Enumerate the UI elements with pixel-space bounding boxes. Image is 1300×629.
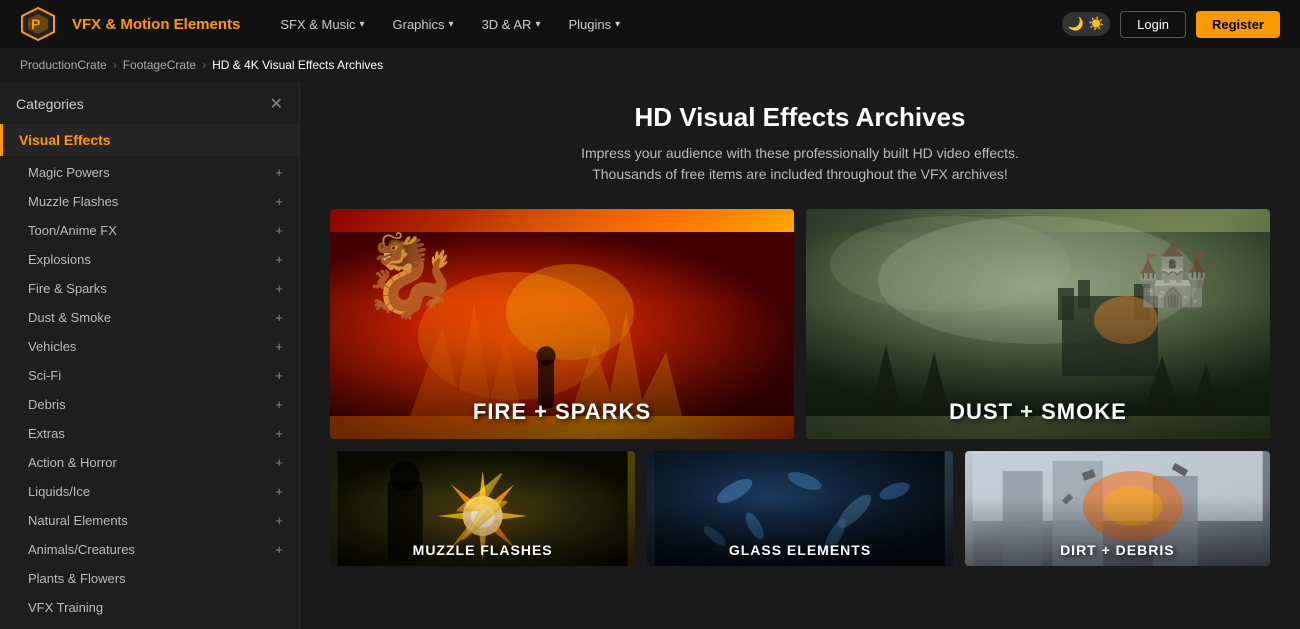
nav-plugins[interactable]: Plugins ▾ [556, 11, 632, 38]
card-glass-elements[interactable]: GLASS ELEMENTS [647, 451, 952, 566]
sun-icon: ☀️ [1088, 16, 1104, 32]
expand-icon: + [275, 339, 283, 354]
svg-text:P: P [31, 16, 40, 32]
expand-icon: + [275, 484, 283, 499]
theme-toggle[interactable]: 🌙 ☀️ [1062, 12, 1110, 36]
sidebar-item-sci-fi[interactable]: Sci-Fi + [0, 361, 299, 390]
page-title: HD Visual Effects Archives [330, 102, 1270, 133]
sidebar-item-natural-elements[interactable]: Natural Elements + [0, 506, 299, 535]
chevron-down-icon: ▾ [535, 19, 540, 30]
expand-icon: + [275, 310, 283, 325]
sidebar-item-plants-flowers[interactable]: Plants & Flowers [0, 564, 299, 593]
chevron-down-icon: ▾ [615, 19, 620, 30]
breadcrumb-footagecrate[interactable]: FootageCrate [123, 58, 196, 72]
page-subtitle: Impress your audience with these profess… [330, 143, 1270, 185]
cards-row-2: MUZZLE FLASHES [330, 451, 1270, 566]
expand-icon: + [275, 223, 283, 238]
nav-links: SFX & Music ▾ Graphics ▾ 3D & AR ▾ Plugi… [268, 11, 1053, 38]
card-debris-label: DIRT + DEBRIS [965, 542, 1270, 558]
cards-row-1: FIRE + SPARKS [330, 209, 1270, 439]
chevron-down-icon: ▾ [359, 19, 364, 30]
register-button[interactable]: Register [1196, 11, 1280, 38]
breadcrumb: ProductionCrate › FootageCrate › HD & 4K… [0, 48, 1300, 82]
expand-icon: + [275, 426, 283, 441]
nav-right: 🌙 ☀️ Login Register [1062, 11, 1280, 38]
brand-label[interactable]: VFX & Motion Elements [72, 16, 240, 33]
sidebar-item-animals-creatures[interactable]: Animals/Creatures + [0, 535, 299, 564]
main-layout: Categories ✕ Visual Effects Magic Powers… [0, 82, 1300, 629]
expand-icon: + [275, 397, 283, 412]
main-content: HD Visual Effects Archives Impress your … [300, 82, 1300, 629]
chevron-down-icon: ▾ [449, 19, 454, 30]
login-button[interactable]: Login [1120, 11, 1186, 38]
sidebar-item-debris[interactable]: Debris + [0, 390, 299, 419]
card-muzzle-flashes[interactable]: MUZZLE FLASHES [330, 451, 635, 566]
nav-graphics[interactable]: Graphics ▾ [381, 11, 466, 38]
site-logo[interactable]: P [20, 6, 56, 42]
card-muzzle-label: MUZZLE FLASHES [330, 542, 635, 558]
expand-icon: + [275, 455, 283, 470]
nav-sfx-music[interactable]: SFX & Music ▾ [268, 11, 376, 38]
navbar: P VFX & Motion Elements SFX & Music ▾ Gr… [0, 0, 1300, 48]
sidebar-section-visual-effects[interactable]: Visual Effects [0, 124, 299, 156]
sidebar-title: Categories [16, 96, 84, 112]
expand-icon: + [275, 542, 283, 557]
sidebar-item-vehicles[interactable]: Vehicles + [0, 332, 299, 361]
sidebar-item-toon-anime-fx[interactable]: Toon/Anime FX + [0, 216, 299, 245]
sidebar-item-action-horror[interactable]: Action & Horror + [0, 448, 299, 477]
expand-icon: + [275, 165, 283, 180]
sidebar-item-liquids-ice[interactable]: Liquids/Ice + [0, 477, 299, 506]
breadcrumb-sep-1: › [113, 58, 117, 72]
nav-3d-ar[interactable]: 3D & AR ▾ [470, 11, 553, 38]
breadcrumb-sep-2: › [202, 58, 206, 72]
moon-icon: 🌙 [1068, 16, 1084, 32]
sidebar-close-button[interactable]: ✕ [270, 94, 283, 114]
card-dirt-debris[interactable]: DIRT + DEBRIS [965, 451, 1270, 566]
expand-icon: + [275, 368, 283, 383]
sidebar-item-muzzle-flashes[interactable]: Muzzle Flashes + [0, 187, 299, 216]
expand-icon: + [275, 281, 283, 296]
sidebar: Categories ✕ Visual Effects Magic Powers… [0, 82, 300, 629]
sidebar-item-magic-powers[interactable]: Magic Powers + [0, 158, 299, 187]
breadcrumb-productioncrate[interactable]: ProductionCrate [20, 58, 107, 72]
sidebar-item-vfx-training[interactable]: VFX Training [0, 593, 299, 622]
card-dust-label: DUST + SMOKE [806, 399, 1270, 425]
card-fire-label: FIRE + SPARKS [330, 399, 794, 425]
card-dust-smoke[interactable]: DUST + SMOKE [806, 209, 1270, 439]
card-fire-sparks[interactable]: FIRE + SPARKS [330, 209, 794, 439]
card-glass-label: GLASS ELEMENTS [647, 542, 952, 558]
expand-icon: + [275, 194, 283, 209]
sidebar-item-fire-sparks[interactable]: Fire & Sparks + [0, 274, 299, 303]
sidebar-header: Categories ✕ [0, 94, 299, 124]
sidebar-item-dust-smoke[interactable]: Dust & Smoke + [0, 303, 299, 332]
expand-icon: + [275, 513, 283, 528]
sidebar-items-list: Magic Powers + Muzzle Flashes + Toon/Ani… [0, 158, 299, 622]
breadcrumb-current: HD & 4K Visual Effects Archives [212, 58, 383, 72]
sidebar-item-explosions[interactable]: Explosions + [0, 245, 299, 274]
expand-icon: + [275, 252, 283, 267]
sidebar-item-extras[interactable]: Extras + [0, 419, 299, 448]
